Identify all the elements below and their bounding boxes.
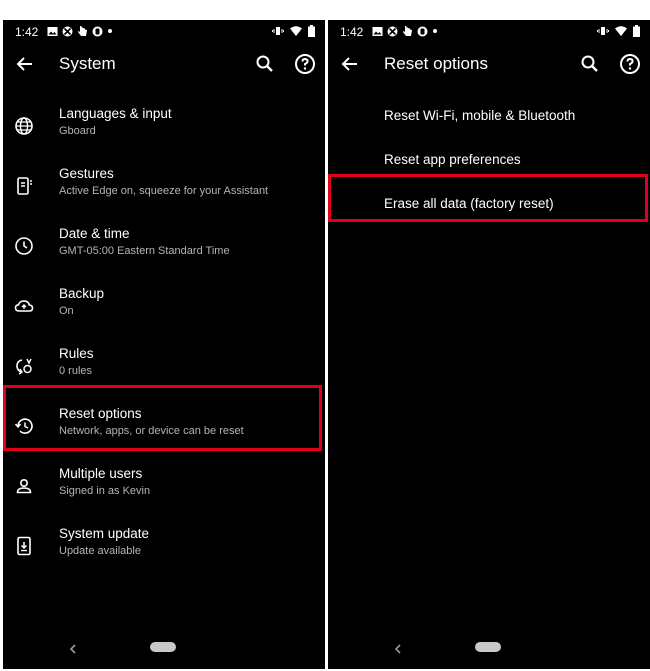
system-update-icon	[13, 535, 35, 557]
item-title: Date & time	[59, 226, 130, 241]
item-title: Languages & input	[59, 106, 172, 121]
item-subtitle: Update available	[59, 545, 141, 557]
hand-icon	[77, 25, 88, 37]
vibrate-icon	[597, 26, 609, 36]
reset-options-highlight	[3, 385, 322, 451]
rules-icon	[13, 355, 35, 377]
status-bar: 1:42	[328, 20, 650, 44]
shield-app-icon	[92, 26, 103, 37]
photo-icon	[47, 26, 58, 37]
status-time: 1:42	[340, 25, 364, 39]
item-title: Reset Wi-Fi, mobile & Bluetooth	[384, 108, 576, 123]
photo-icon	[372, 26, 383, 37]
app-bar: Reset options	[328, 44, 650, 84]
search-icon[interactable]	[253, 52, 277, 76]
settings-item-backup[interactable]: Backup On	[3, 280, 325, 340]
item-title: Gestures	[59, 166, 114, 181]
back-arrow-icon[interactable]	[338, 52, 362, 76]
vibrate-icon	[272, 26, 284, 36]
search-icon[interactable]	[578, 52, 602, 76]
clock-icon	[13, 235, 35, 257]
item-title: System update	[59, 526, 150, 541]
factory-reset-highlight	[328, 174, 648, 222]
shield-app-icon	[417, 26, 428, 37]
status-bar: 1:42	[3, 20, 325, 44]
hand-icon	[402, 25, 413, 37]
nav-back-chevron-icon[interactable]	[391, 642, 405, 656]
settings-item-system-update[interactable]: System update Update available	[3, 520, 325, 580]
settings-item-multiple-users[interactable]: Multiple users Signed in as Kevin	[3, 460, 325, 520]
wifi-icon	[615, 26, 627, 36]
reset-options-screen: 1:42 Reset options Reset Wi-Fi, mobile &…	[328, 20, 650, 669]
battery-icon	[308, 25, 315, 37]
cloud-upload-icon	[13, 295, 35, 317]
item-subtitle: Active Edge on, squeeze for your Assista…	[59, 185, 269, 197]
page-title: System	[59, 54, 116, 73]
item-subtitle: 0 rules	[59, 365, 93, 377]
navigation-bar	[3, 633, 325, 669]
help-icon[interactable]	[618, 52, 642, 76]
page-title: Reset options	[384, 54, 488, 73]
nav-home-pill[interactable]	[150, 642, 176, 652]
item-subtitle: On	[59, 305, 74, 317]
battery-icon	[633, 25, 640, 37]
item-title: Multiple users	[59, 466, 143, 481]
nav-home-pill[interactable]	[475, 642, 501, 652]
reset-wifi-mobile-bluetooth[interactable]: Reset Wi-Fi, mobile & Bluetooth	[328, 94, 650, 138]
item-title: Backup	[59, 286, 105, 301]
back-arrow-icon[interactable]	[13, 52, 37, 76]
xbox-icon	[62, 26, 73, 37]
system-settings-screen: 1:42 System Languages & input Gboard Ges…	[3, 20, 325, 669]
item-subtitle: Gboard	[59, 125, 96, 137]
nav-back-chevron-icon[interactable]	[66, 642, 80, 656]
app-bar: System	[3, 44, 325, 84]
settings-item-languages[interactable]: Languages & input Gboard	[3, 100, 325, 160]
settings-item-gestures[interactable]: Gestures Active Edge on, squeeze for you…	[3, 160, 325, 220]
navigation-bar	[328, 633, 650, 669]
item-subtitle: GMT-05:00 Eastern Standard Time	[59, 245, 230, 257]
globe-icon	[13, 115, 35, 137]
item-title: Reset app preferences	[384, 152, 521, 167]
gesture-phone-icon	[13, 175, 35, 197]
person-icon	[13, 475, 35, 497]
dot-icon	[432, 28, 438, 34]
status-time: 1:42	[15, 25, 39, 39]
settings-item-date-time[interactable]: Date & time GMT-05:00 Eastern Standard T…	[3, 220, 325, 280]
item-subtitle: Signed in as Kevin	[59, 485, 151, 497]
wifi-icon	[290, 26, 302, 36]
item-title: Rules	[59, 346, 94, 361]
xbox-icon	[387, 26, 398, 37]
help-icon[interactable]	[293, 52, 317, 76]
dot-icon	[107, 28, 113, 34]
